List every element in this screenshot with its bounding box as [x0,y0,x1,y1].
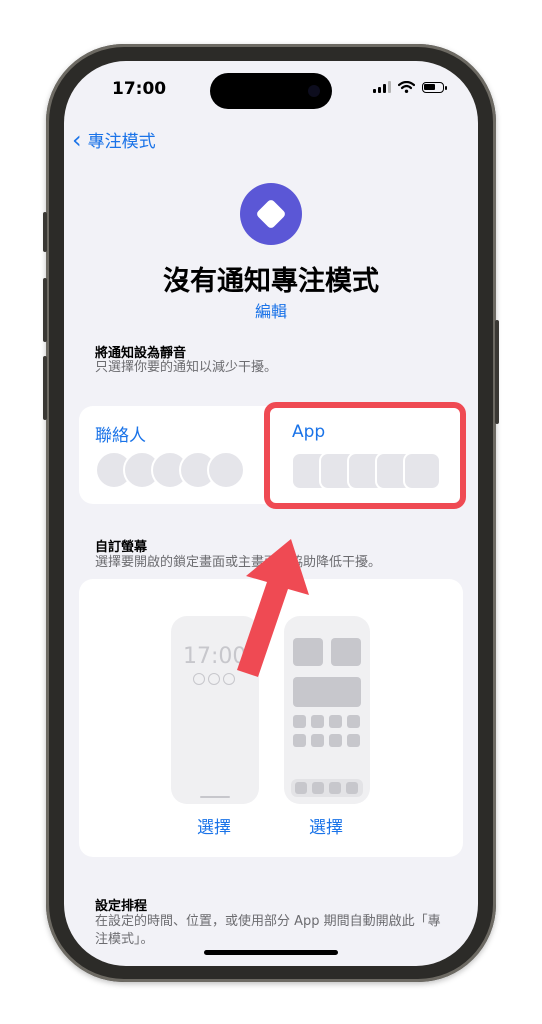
volume-up-button [43,278,47,342]
people-avatars[interactable] [95,451,245,489]
chevron-left-icon: ‹ [72,125,82,154]
screen: 17:00 ‹ 專注模式 沒有通知專注模式 編輯 將通知設為靜音 只選擇你要的通… [64,61,478,966]
battery-icon [422,81,447,93]
silence-subtitle: 只選擇你要的通知以減少干擾。 [95,360,278,375]
back-button[interactable]: ‹ 專注模式 [72,125,156,154]
edit-link[interactable]: 編輯 [64,298,478,322]
status-icons [373,81,447,93]
dock [291,779,363,797]
dynamic-island [210,73,332,109]
camera-icon [308,85,320,97]
diamond-focus-icon [240,183,302,245]
home-indicator [204,950,338,955]
screens-heading: 自訂螢幕 [95,540,148,555]
home-screen-choose-button[interactable]: 選擇 [309,813,343,838]
schedule-subtitle: 在設定的時間、位置，或使用部分 App 期間自動開啟此「專注模式」。 [95,914,441,947]
arrow-icon [237,539,309,677]
wifi-icon [398,81,415,93]
volume-down-button [43,356,47,420]
schedule-heading: 設定排程 [95,899,148,914]
avatar [207,451,245,489]
signal-icon [373,81,391,93]
page-title: 沒有通知專注模式 [163,266,379,297]
people-button[interactable]: 聯絡人 [95,421,146,446]
back-label: 專注模式 [87,132,156,152]
status-time: 17:00 [112,79,167,99]
apps-highlight-box [264,402,466,509]
lock-screen-choose-button[interactable]: 選擇 [197,813,231,838]
side-button [495,320,499,424]
home-bar [200,796,230,798]
action-button [43,212,47,252]
